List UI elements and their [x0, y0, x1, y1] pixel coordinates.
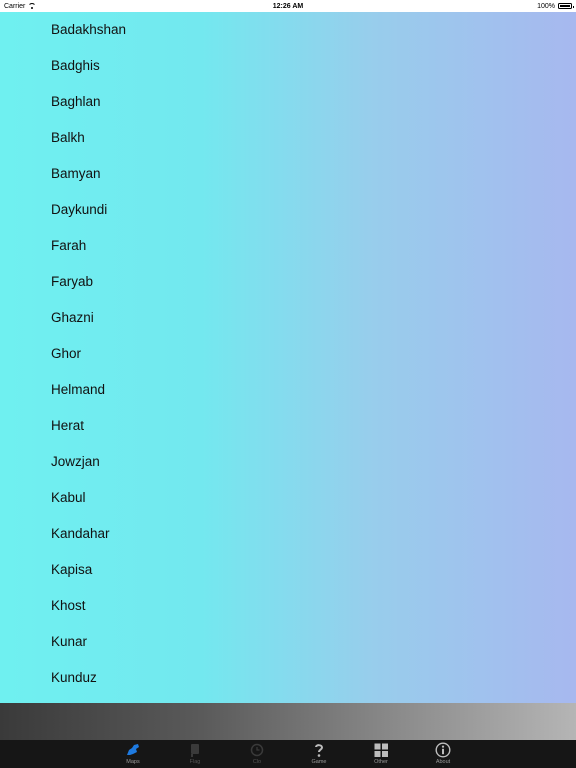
status-time: 12:26 AM	[272, 2, 304, 10]
province-item-balkh[interactable]: Balkh	[0, 120, 576, 156]
province-item-baghlan[interactable]: Baghlan	[0, 84, 576, 120]
province-item-kunar[interactable]: Kunar	[0, 624, 576, 660]
province-item-daykundi[interactable]: Daykundi	[0, 192, 576, 228]
status-left: Carrier	[4, 2, 37, 10]
ad-banner[interactable]	[0, 703, 576, 740]
province-item-herat[interactable]: Herat	[0, 408, 576, 444]
province-item-ghor[interactable]: Ghor	[0, 336, 576, 372]
province-item-badghis[interactable]: Badghis	[0, 48, 576, 84]
status-bar: Carrier 12:26 AM 100%	[0, 0, 576, 12]
battery-percent: 100%	[537, 2, 555, 10]
info-icon	[435, 742, 451, 758]
tab-other[interactable]: Other	[350, 740, 412, 768]
province-list-view[interactable]: Badakhshan Badghis Baghlan Balkh Bamyan Dayku…	[0, 12, 576, 703]
tab-about[interactable]: About	[412, 740, 474, 768]
wifi-icon	[28, 3, 37, 9]
province-item-kunduz[interactable]: Kunduz	[0, 660, 576, 696]
tab-flag[interactable]: Flag	[164, 740, 226, 768]
carrier-label: Carrier	[4, 2, 26, 10]
question-icon	[311, 742, 327, 758]
tab-bar: Maps Flag Clo Game Other About	[0, 740, 576, 768]
battery-icon	[558, 3, 574, 9]
flag-icon	[187, 742, 203, 758]
province-item-ghazni[interactable]: Ghazni	[0, 300, 576, 336]
province-item-helmand[interactable]: Helmand	[0, 372, 576, 408]
province-item-badakhshan[interactable]: Badakhshan	[0, 12, 576, 48]
province-item-faryab[interactable]: Faryab	[0, 264, 576, 300]
map-icon	[125, 742, 141, 758]
province-item-farah[interactable]: Farah	[0, 228, 576, 264]
clock-icon	[249, 742, 265, 758]
province-item-jowzjan[interactable]: Jowzjan	[0, 444, 576, 480]
province-item-bamyan[interactable]: Bamyan	[0, 156, 576, 192]
status-right: 100%	[537, 2, 574, 10]
tab-game[interactable]: Game	[288, 740, 350, 768]
tab-maps[interactable]: Maps	[102, 740, 164, 768]
tab-clock[interactable]: Clo	[226, 740, 288, 768]
province-list: Badakhshan Badghis Baghlan Balkh Bamyan Dayku…	[0, 12, 576, 696]
grid-icon	[373, 742, 389, 758]
province-item-kapisa[interactable]: Kapisa	[0, 552, 576, 588]
province-item-kandahar[interactable]: Kandahar	[0, 516, 576, 552]
province-item-khost[interactable]: Khost	[0, 588, 576, 624]
province-item-kabul[interactable]: Kabul	[0, 480, 576, 516]
